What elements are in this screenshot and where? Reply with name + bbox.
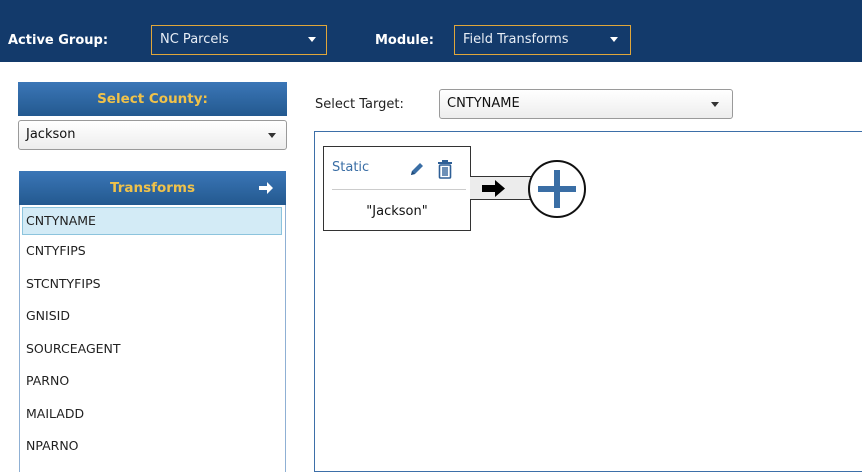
trash-icon[interactable] (436, 159, 454, 179)
list-item-nparno[interactable]: NPARNO (20, 430, 285, 463)
node-type-label: Static (332, 160, 370, 175)
county-select[interactable]: Jackson (18, 120, 287, 150)
arrow-right-icon[interactable] (258, 181, 274, 195)
top-bar: Active Group: NC Parcels Module: Field T… (0, 0, 862, 62)
node-divider (332, 189, 466, 190)
list-item-mailadd[interactable]: MAILADD (20, 398, 285, 431)
active-group-label: Active Group: (8, 33, 109, 48)
transforms-header: Transforms (19, 171, 286, 205)
add-transform-button[interactable] (527, 159, 587, 219)
caret-down-icon (711, 102, 719, 107)
select-county-title: Select County: (97, 91, 208, 107)
module-dropdown[interactable]: Field Transforms (454, 25, 631, 55)
select-target-label: Select Target: (315, 97, 404, 112)
target-select[interactable]: CNTYNAME (439, 89, 733, 119)
arrow-right-icon (482, 180, 505, 197)
caret-down-icon (268, 133, 276, 138)
list-item-cntyname[interactable]: CNTYNAME (22, 207, 282, 235)
node-value: "Jackson" (366, 204, 428, 219)
caret-down-icon (610, 37, 618, 42)
node-connector (470, 176, 534, 200)
transforms-title: Transforms (109, 180, 196, 196)
static-transform-node[interactable]: Static "Jackson" (323, 146, 471, 231)
caret-down-icon (308, 37, 316, 42)
list-item-gnisid[interactable]: GNISID (20, 300, 285, 333)
list-item-cntyfips[interactable]: CNTYFIPS (20, 235, 285, 268)
module-label: Module: (375, 33, 434, 48)
list-item-stcntyfips[interactable]: STCNTYFIPS (20, 268, 285, 301)
county-select-value: Jackson (26, 127, 76, 142)
transforms-list: CNTYNAME CNTYFIPS STCNTYFIPS GNISID SOUR… (19, 205, 286, 472)
module-value: Field Transforms (463, 32, 569, 47)
pencil-icon[interactable] (408, 160, 426, 178)
list-item-sourceagent[interactable]: SOURCEAGENT (20, 333, 285, 366)
active-group-dropdown[interactable]: NC Parcels (151, 25, 327, 55)
active-group-value: NC Parcels (160, 32, 229, 47)
transform-canvas: Static "Jackson" (314, 131, 862, 472)
target-select-value: CNTYNAME (447, 96, 520, 111)
list-item-parno[interactable]: PARNO (20, 365, 285, 398)
select-county-header: Select County: (18, 82, 287, 116)
